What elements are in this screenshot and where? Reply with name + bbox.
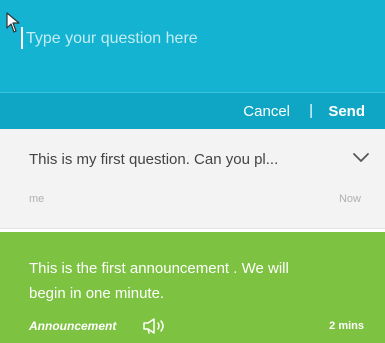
question-text: This is my first question. Can you pl... [29, 151, 279, 168]
announcement-label: Announcement [29, 319, 117, 333]
announcement-item: This is the first announcement . We will… [0, 232, 385, 343]
question-item[interactable]: This is my first question. Can you pl...… [0, 129, 385, 229]
send-button[interactable]: Send [328, 103, 365, 120]
mouse-cursor-icon [6, 12, 20, 33]
question-composer: Cancel | Send [0, 0, 385, 130]
composer-actions: Cancel | Send [0, 92, 385, 130]
question-input[interactable] [26, 22, 366, 56]
action-separator: | [309, 102, 313, 119]
chevron-down-icon[interactable] [352, 151, 370, 165]
announcement-time: 2 mins [329, 320, 364, 332]
megaphone-icon [143, 318, 164, 334]
announcement-text: This is the first announcement . We will… [29, 260, 289, 302]
text-caret [21, 27, 23, 49]
composer-input-area [0, 0, 385, 92]
cancel-button[interactable]: Cancel [243, 103, 290, 120]
question-time: Now [338, 193, 361, 205]
question-author: me [29, 193, 45, 205]
